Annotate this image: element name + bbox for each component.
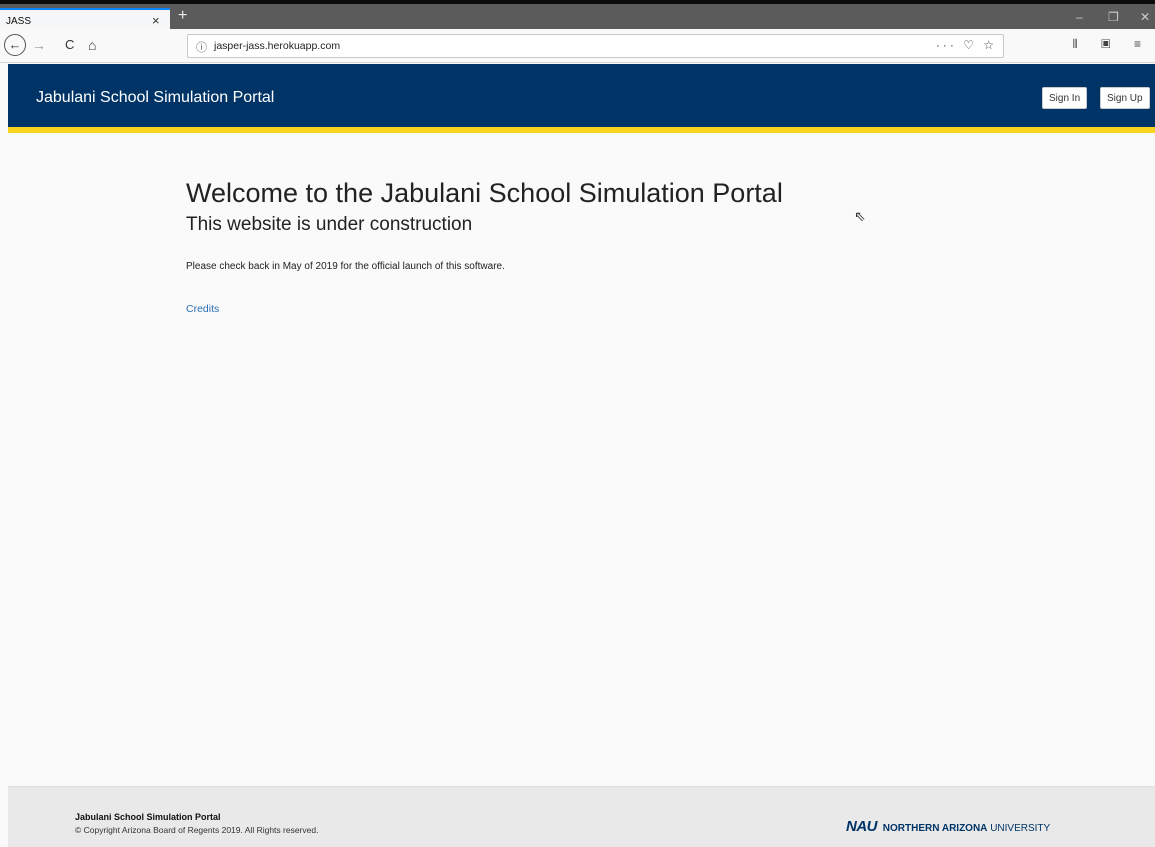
- page-title: Welcome to the Jabulani School Simulatio…: [186, 178, 783, 208]
- tab-strip: JASS × + – ❐ ✕: [0, 0, 1155, 33]
- site-footer: Jabulani School Simulation Portal © Copy…: [8, 786, 1155, 847]
- close-window-icon[interactable]: ✕: [1140, 10, 1150, 24]
- mouse-pointer-icon: ⇖: [854, 208, 866, 224]
- page-actions-icons[interactable]: ··· ♡ ☆: [936, 38, 997, 52]
- site-brand[interactable]: Jabulani School Simulation Portal: [36, 89, 274, 107]
- footer-title: Jabulani School Simulation Portal: [75, 812, 221, 822]
- launch-notice: Please check back in May of 2019 for the…: [186, 261, 505, 272]
- tab-title: JASS: [6, 16, 32, 27]
- reload-icon[interactable]: C: [65, 35, 74, 55]
- navigation-toolbar: ← → C ⌂ ⓘ jasper-jass.herokuapp.com ··· …: [0, 29, 1155, 63]
- forward-icon[interactable]: →: [32, 35, 46, 55]
- new-tab-icon[interactable]: +: [178, 7, 187, 25]
- close-tab-icon[interactable]: ×: [152, 13, 160, 28]
- main-content: Welcome to the Jabulani School Simulatio…: [186, 175, 946, 317]
- browser-window: JASS × + – ❐ ✕ ← → C ⌂ ⓘ jasper-jass.her…: [0, 0, 1155, 847]
- site-info-icon[interactable]: ⓘ: [196, 39, 207, 55]
- url-text[interactable]: jasper-jass.herokuapp.com: [214, 40, 340, 52]
- sign-up-button[interactable]: Sign Up: [1100, 87, 1150, 109]
- minimize-icon[interactable]: –: [1076, 10, 1083, 24]
- back-icon[interactable]: ←: [4, 34, 26, 56]
- library-sidebar-menu-icons[interactable]: ⦀ ▣ ≡: [1072, 37, 1151, 52]
- site-header: Jabulani School Simulation Portal Sign I…: [8, 64, 1155, 133]
- nau-logo-bold: NORTHERN ARIZONA: [882, 823, 988, 834]
- restore-icon[interactable]: ❐: [1108, 10, 1119, 24]
- sign-in-button[interactable]: Sign In: [1042, 87, 1088, 109]
- footer-copyright: © Copyright Arizona Board of Regents 201…: [75, 825, 319, 835]
- home-icon[interactable]: ⌂: [88, 35, 96, 55]
- credits-link[interactable]: Credits: [186, 303, 219, 315]
- url-bar[interactable]: ⓘ jasper-jass.herokuapp.com ··· ♡ ☆: [187, 34, 1004, 58]
- nau-logo-rest: UNIVERSITY: [990, 823, 1051, 834]
- nau-logo[interactable]: NAU NORTHERN ARIZONA UNIVERSITY: [846, 818, 1050, 835]
- page-subtitle: This website is under construction: [186, 214, 473, 235]
- nau-logo-mark: NAU: [846, 818, 878, 835]
